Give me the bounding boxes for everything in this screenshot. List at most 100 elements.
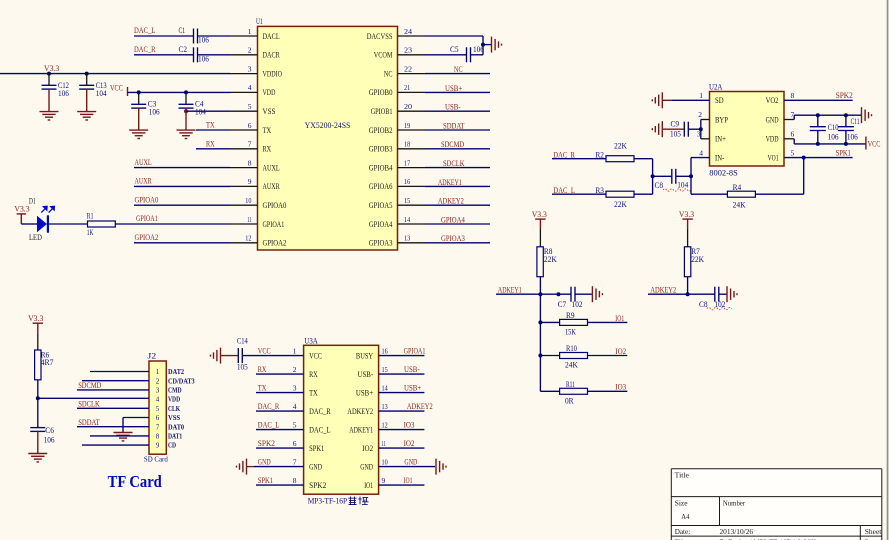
svg-text:DAC_R: DAC_R (309, 407, 331, 416)
svg-text:SPK2: SPK2 (836, 91, 853, 100)
svg-text:1: 1 (156, 368, 160, 376)
svg-text:TX: TX (263, 126, 272, 135)
svg-text:VSS: VSS (168, 413, 180, 422)
svg-text:3: 3 (156, 387, 160, 395)
svg-text:USB-: USB- (445, 103, 461, 112)
svg-text:SDCLK: SDCLK (443, 159, 465, 168)
svg-text:IN+: IN+ (715, 135, 726, 144)
svg-text:2: 2 (248, 46, 252, 55)
svg-text:DACL: DACL (263, 32, 280, 41)
svg-text:AUXR: AUXR (263, 182, 281, 191)
svg-text:ADKEY1: ADKEY1 (498, 285, 522, 294)
svg-text:102: 102 (715, 300, 726, 309)
svg-text:V3.3: V3.3 (679, 210, 694, 219)
svg-text:Number: Number (723, 498, 746, 507)
svg-text:105: 105 (237, 362, 248, 371)
svg-text:TX: TX (258, 384, 267, 393)
svg-text:GPIOA5: GPIOA5 (369, 201, 393, 210)
svg-text:RX: RX (309, 370, 318, 379)
svg-text:VO2: VO2 (766, 96, 779, 105)
svg-text:5: 5 (293, 420, 297, 429)
svg-text:22K: 22K (691, 255, 704, 264)
svg-text:TX: TX (309, 388, 318, 397)
svg-text:GPIOA6: GPIOA6 (369, 182, 393, 191)
svg-text:GPIOA4: GPIOA4 (369, 220, 393, 229)
svg-text:24K: 24K (565, 361, 578, 370)
svg-text:C8: C8 (699, 300, 708, 309)
svg-text:106: 106 (198, 36, 209, 45)
svg-text:7: 7 (293, 457, 297, 466)
svg-text:20: 20 (404, 102, 412, 111)
svg-text:C1: C1 (179, 26, 186, 35)
svg-text:USB-: USB- (358, 370, 374, 379)
svg-text:14: 14 (404, 215, 410, 224)
svg-text:AUXL: AUXL (263, 163, 280, 172)
svg-text:D1: D1 (29, 197, 36, 206)
svg-text:106: 106 (473, 45, 484, 54)
svg-text:ADKEY2: ADKEY2 (407, 402, 433, 411)
svg-text:24K: 24K (733, 200, 746, 209)
svg-text:DAC_L: DAC_L (309, 425, 331, 434)
svg-text:5: 5 (156, 405, 160, 413)
svg-text:Size: Size (675, 499, 689, 508)
svg-text:8002-8S: 8002-8S (709, 169, 738, 178)
svg-text:SPK2: SPK2 (258, 439, 275, 448)
svg-text:106: 106 (828, 132, 839, 141)
svg-text:GPIOA2: GPIOA2 (263, 239, 287, 248)
svg-text:9: 9 (382, 476, 386, 485)
svg-text:GPIOA2: GPIOA2 (135, 233, 159, 242)
svg-text:22: 22 (404, 64, 412, 73)
svg-text:15: 15 (404, 196, 410, 205)
svg-text:10: 10 (245, 196, 251, 205)
svg-text:GPIOB1: GPIOB1 (371, 107, 393, 116)
svg-text:24: 24 (404, 27, 412, 36)
svg-text:2: 2 (698, 110, 702, 119)
svg-text:8: 8 (248, 158, 252, 167)
svg-text:ADKEY1: ADKEY1 (349, 425, 373, 434)
svg-text:IO1: IO1 (364, 481, 373, 490)
svg-text:104: 104 (677, 181, 688, 190)
svg-text:22K: 22K (614, 141, 627, 150)
svg-text:RX: RX (206, 139, 215, 148)
svg-text:R3: R3 (595, 186, 604, 195)
svg-text:R1: R1 (87, 212, 94, 221)
svg-text:IO2: IO2 (615, 347, 626, 356)
svg-text:6: 6 (156, 414, 160, 422)
svg-text:18: 18 (404, 140, 410, 149)
svg-text:USB+: USB+ (404, 384, 422, 393)
svg-text:IO2: IO2 (362, 444, 373, 453)
svg-text:VO1: VO1 (768, 153, 779, 162)
svg-text:9: 9 (156, 442, 160, 450)
svg-text:GPIOB2: GPIOB2 (369, 126, 393, 135)
svg-text:10: 10 (382, 457, 388, 466)
svg-text:SPK2: SPK2 (309, 481, 326, 490)
svg-text:4: 4 (699, 148, 703, 157)
svg-text:RX: RX (263, 145, 272, 154)
svg-text:GPIOB0: GPIOB0 (369, 88, 393, 97)
svg-text:GND: GND (309, 462, 322, 471)
svg-text:106: 106 (149, 108, 160, 117)
svg-text:3: 3 (293, 383, 297, 392)
svg-text:C9: C9 (671, 120, 680, 129)
svg-text:GPIOA4: GPIOA4 (441, 215, 465, 224)
svg-text:SPK1: SPK1 (258, 476, 273, 485)
svg-text:SDCLK: SDCLK (78, 400, 100, 409)
svg-text:VCC: VCC (110, 84, 123, 93)
svg-text:GND: GND (766, 115, 779, 124)
svg-text:GPIOA1: GPIOA1 (136, 214, 158, 223)
svg-text:13: 13 (404, 234, 410, 243)
svg-text:SDDAT: SDDAT (78, 418, 100, 427)
svg-text:GPIOA1: GPIOA1 (263, 220, 285, 229)
svg-text:U3A: U3A (304, 336, 317, 345)
svg-text:GND: GND (404, 458, 417, 467)
svg-text:CD: CD (168, 441, 177, 450)
svg-text:12: 12 (382, 420, 388, 429)
svg-text:8: 8 (293, 476, 297, 485)
svg-text:2013/10/26: 2013/10/26 (720, 527, 754, 536)
svg-text:V3.3: V3.3 (44, 64, 59, 73)
svg-text:C8: C8 (655, 181, 664, 190)
svg-text:8: 8 (156, 433, 160, 441)
svg-text:NC: NC (454, 65, 463, 74)
svg-text:106: 106 (44, 435, 55, 444)
svg-text:22K: 22K (544, 255, 557, 264)
